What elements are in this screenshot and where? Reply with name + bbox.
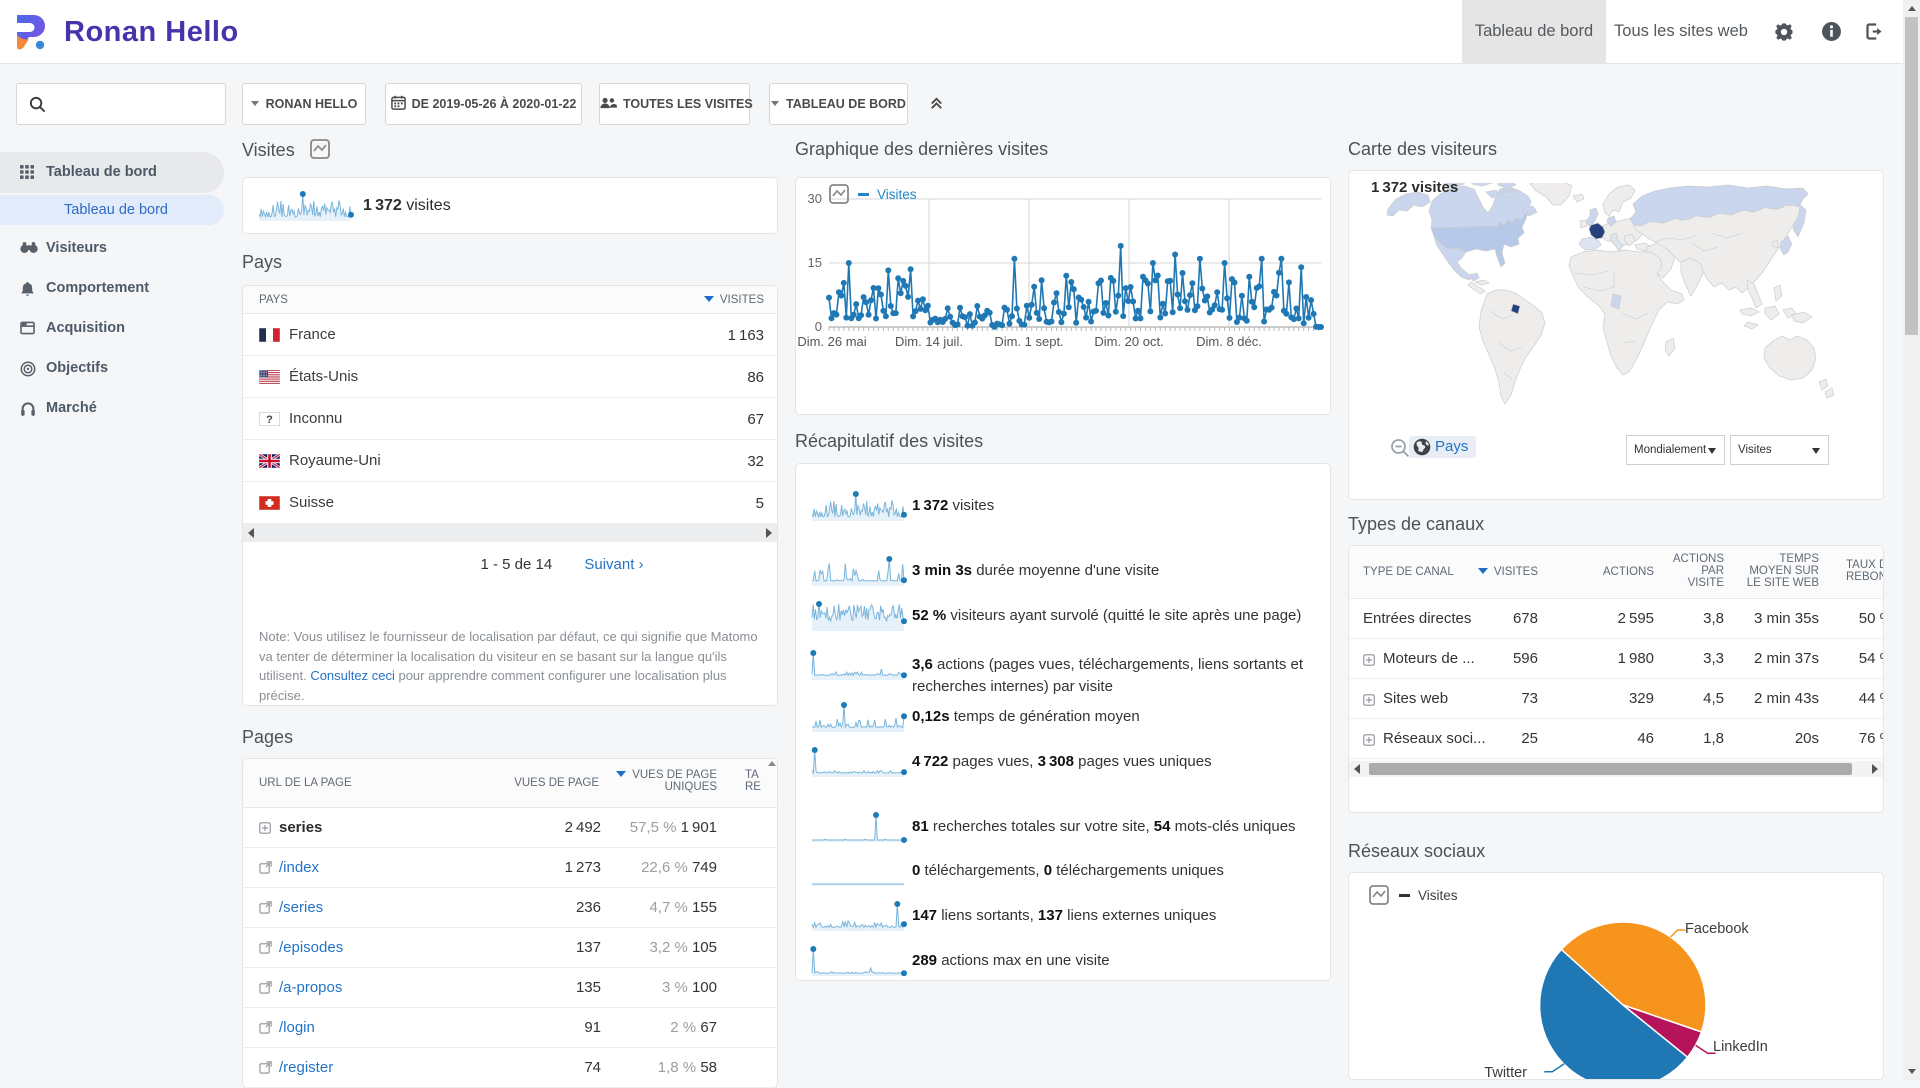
svg-text:Dim. 14 juil.: Dim. 14 juil. (895, 334, 963, 349)
svg-text:Dim. 1 sept.: Dim. 1 sept. (994, 334, 1063, 349)
svg-text:LinkedIn: LinkedIn (1713, 1039, 1768, 1055)
svg-text:0: 0 (815, 319, 822, 334)
svg-text:Facebook: Facebook (1685, 921, 1749, 937)
svg-text:15: 15 (808, 255, 822, 270)
svg-text:30: 30 (808, 191, 822, 206)
svg-text:Dim. 8 déc.: Dim. 8 déc. (1196, 334, 1262, 349)
svg-text:Twitter: Twitter (1484, 1065, 1527, 1080)
svg-text:Dim. 26 mai: Dim. 26 mai (797, 334, 866, 349)
svg-text:?: ? (266, 414, 273, 426)
svg-text:Dim. 20 oct.: Dim. 20 oct. (1094, 334, 1163, 349)
